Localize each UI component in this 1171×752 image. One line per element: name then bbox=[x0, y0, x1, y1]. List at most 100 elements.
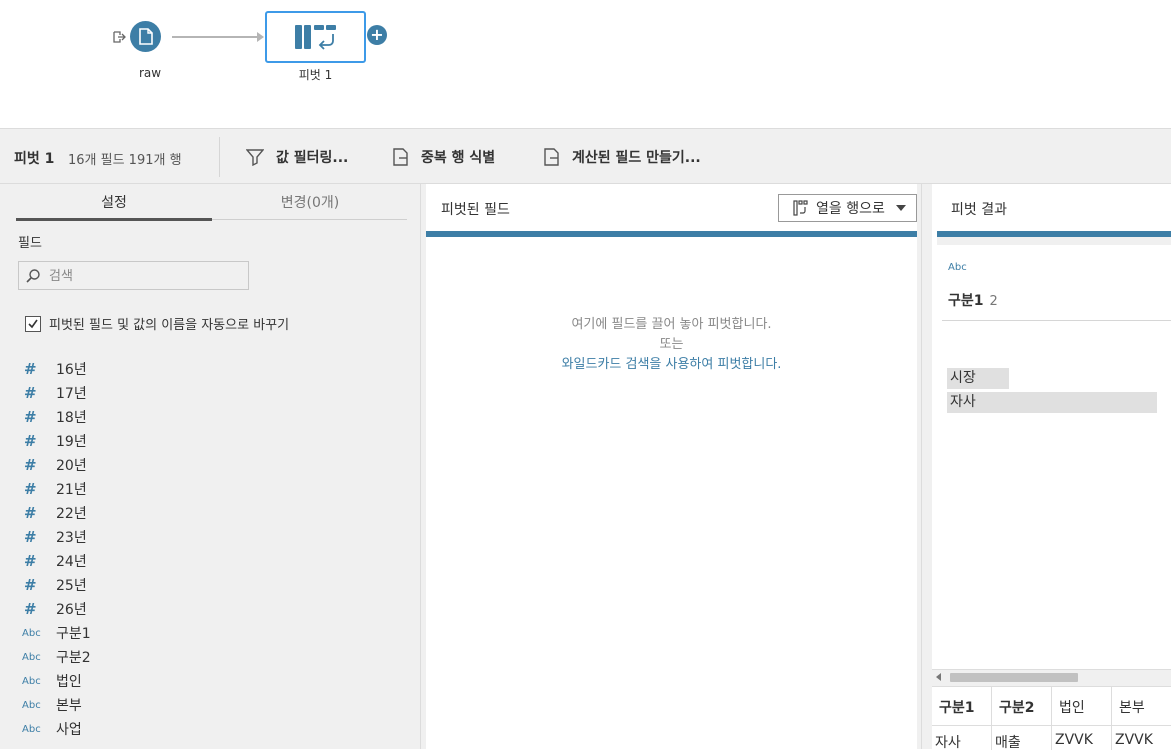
list-item[interactable]: #23년 bbox=[18, 525, 398, 549]
result-field-card-header[interactable]: 구분1 2 bbox=[948, 290, 998, 310]
drop-hint-line1: 여기에 필드를 끌어 놓아 피벗합니다. bbox=[571, 317, 772, 332]
settings-tabs: 설정 변경(0개) bbox=[16, 190, 408, 221]
column-header[interactable]: 본부 bbox=[1119, 697, 1145, 717]
column-header[interactable]: 구분1 bbox=[939, 697, 975, 717]
auto-rename-option[interactable]: 피벗된 필드 및 값의 이름을 자동으로 바꾸기 bbox=[25, 314, 289, 333]
table-cell: 자사 bbox=[935, 735, 961, 751]
pivot-results-title: 피벗 결과 bbox=[951, 202, 1007, 218]
data-grid: 구분1 자사 구분2 매출 법인 ZVVK 본부 ZVVK bbox=[932, 686, 1171, 751]
number-type-icon: # bbox=[24, 408, 37, 426]
field-name: 사업 bbox=[56, 722, 82, 738]
drop-hint-line2: 또는 bbox=[659, 337, 684, 352]
string-type-icon: Abc bbox=[22, 699, 41, 711]
filter-values-button[interactable]: 값 필터링... bbox=[246, 147, 348, 167]
raw-node-icon[interactable] bbox=[130, 21, 161, 52]
list-item[interactable]: Abc 법인 bbox=[18, 669, 398, 693]
string-type-icon: Abc bbox=[22, 723, 41, 735]
column-header[interactable]: 구분2 bbox=[999, 697, 1035, 717]
field-name: 16년 bbox=[56, 362, 87, 378]
create-calculated-field-button[interactable]: 계산된 필드 만들기... bbox=[544, 147, 701, 167]
number-type-icon: # bbox=[24, 552, 37, 570]
pivoted-fields-panel: 피벗된 필드 열을 행으로 여기에 필드를 끌어 놓아 피벗합니다. 또는 와일… bbox=[421, 183, 921, 750]
field-name: 19년 bbox=[56, 434, 87, 450]
create-calculated-field-label: 계산된 필드 만들기... bbox=[572, 150, 701, 166]
pivot-icon bbox=[294, 25, 336, 50]
list-item[interactable]: Abc 구분2 bbox=[18, 645, 398, 669]
identify-duplicates-button[interactable]: 중복 행 식별 bbox=[393, 147, 495, 167]
search-icon bbox=[25, 268, 41, 288]
flow-connector bbox=[172, 36, 260, 38]
pivot-mode-label: 열을 행으로 bbox=[816, 201, 885, 217]
field-name: 법인 bbox=[56, 674, 82, 690]
divider bbox=[942, 320, 1171, 321]
input-icon bbox=[112, 29, 126, 48]
chevron-down-icon bbox=[895, 205, 906, 211]
pivot-node[interactable] bbox=[265, 11, 366, 63]
duplicate-rows-icon bbox=[393, 148, 408, 166]
value-bar[interactable]: 시장 bbox=[947, 368, 1009, 389]
results-scrollbar[interactable] bbox=[932, 669, 1171, 685]
flow-connector-arrow bbox=[257, 32, 264, 42]
columns-to-rows-icon bbox=[793, 200, 808, 216]
drop-hint: 여기에 필드를 끌어 놓아 피벗합니다. 또는 와일드카드 검색을 사용하여 피… bbox=[426, 315, 917, 375]
field-name: 17년 bbox=[56, 386, 87, 402]
field-name: 24년 bbox=[56, 554, 87, 570]
add-step-button[interactable]: + bbox=[367, 25, 387, 45]
field-search[interactable] bbox=[18, 261, 249, 290]
list-item[interactable]: #19년 bbox=[18, 429, 398, 453]
field-name: 21년 bbox=[56, 482, 87, 498]
string-type-icon: Abc bbox=[22, 675, 41, 687]
list-item[interactable]: Abc 구분1 bbox=[18, 621, 398, 645]
scroll-left-icon[interactable] bbox=[936, 673, 941, 681]
settings-panel: 설정 변경(0개) 필드 피벗된 필드 및 값의 이름을 자동으로 바꾸기 #1… bbox=[0, 183, 421, 749]
calculated-field-icon bbox=[544, 148, 559, 166]
pivot-results-panel: 피벗 결과 Abc 구분1 2 시장 자사 bbox=[921, 183, 1171, 749]
raw-node-label: raw bbox=[138, 66, 162, 80]
pivot-node-label: 피벗 1 bbox=[298, 68, 333, 82]
string-type-icon: Abc bbox=[948, 262, 967, 273]
table-cell: ZVVK bbox=[1115, 732, 1153, 748]
field-name: 본부 bbox=[56, 698, 82, 714]
field-name: 22년 bbox=[56, 506, 87, 522]
grid-divider bbox=[932, 725, 1171, 726]
auto-rename-checkbox[interactable] bbox=[25, 315, 41, 332]
scrollbar-thumb[interactable] bbox=[950, 673, 1078, 682]
list-item[interactable]: #24년 bbox=[18, 549, 398, 573]
number-type-icon: # bbox=[24, 576, 37, 594]
list-item[interactable]: Abc 본부 bbox=[18, 693, 398, 717]
list-item[interactable]: #20년 bbox=[18, 453, 398, 477]
number-type-icon: # bbox=[24, 432, 37, 450]
list-item[interactable]: #26년 bbox=[18, 597, 398, 621]
field-name: 구분2 bbox=[56, 650, 91, 666]
list-item[interactable]: #17년 bbox=[18, 381, 398, 405]
tab-changes[interactable]: 변경(0개) bbox=[212, 192, 408, 212]
field-name: 25년 bbox=[56, 578, 87, 594]
pivoted-fields-dropzone[interactable]: 피벗된 필드 열을 행으로 여기에 필드를 끌어 놓아 피벗합니다. 또는 와일… bbox=[426, 184, 917, 750]
filter-values-label: 값 필터링... bbox=[276, 150, 349, 166]
pivot-mode-dropdown[interactable]: 열을 행으로 bbox=[778, 194, 917, 222]
list-item[interactable]: Abc 사업 bbox=[18, 717, 398, 741]
list-item[interactable]: #21년 bbox=[18, 477, 398, 501]
list-item[interactable]: #25년 bbox=[18, 573, 398, 597]
field-name: 26년 bbox=[56, 602, 87, 618]
list-item[interactable]: #16년 bbox=[18, 357, 398, 381]
toolbar-divider bbox=[219, 137, 220, 177]
wildcard-search-link[interactable]: 와일드카드 검색을 사용하여 피벗합니다. bbox=[426, 355, 917, 375]
pivoted-fields-title: 피벗된 필드 bbox=[441, 202, 510, 218]
table-cell: ZVVK bbox=[1055, 732, 1093, 748]
auto-rename-label: 피벗된 필드 및 값의 이름을 자동으로 바꾸기 bbox=[49, 318, 290, 333]
search-input[interactable] bbox=[49, 266, 239, 286]
pivoted-fields-header-bar bbox=[426, 231, 917, 237]
header-gap bbox=[937, 237, 1171, 245]
tab-settings[interactable]: 설정 bbox=[16, 192, 212, 212]
value-bar[interactable]: 자사 bbox=[947, 392, 1157, 413]
number-type-icon: # bbox=[24, 360, 37, 378]
list-item[interactable]: #18년 bbox=[18, 405, 398, 429]
field-name: 20년 bbox=[56, 458, 87, 474]
number-type-icon: # bbox=[24, 504, 37, 522]
number-type-icon: # bbox=[24, 480, 37, 498]
number-type-icon: # bbox=[24, 600, 37, 618]
list-item[interactable]: #22년 bbox=[18, 501, 398, 525]
column-header[interactable]: 법인 bbox=[1059, 697, 1085, 717]
step-toolbar: 피벗 1 16개 필드 191개 행 값 필터링... 중복 행 식별 계산된 … bbox=[0, 128, 1171, 183]
